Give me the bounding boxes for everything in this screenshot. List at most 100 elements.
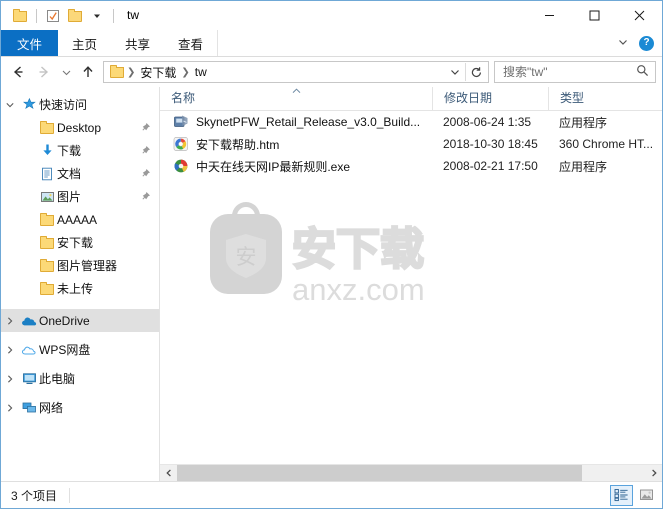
star-pin-icon	[19, 97, 39, 112]
sidebar-item-documents[interactable]: 文档	[1, 162, 159, 185]
folder-icon	[37, 281, 57, 295]
ribbon-spacer	[218, 30, 617, 56]
chevron-collapsed-icon[interactable]	[1, 316, 19, 326]
sidebar-item-not-uploaded[interactable]: 未上传	[1, 277, 159, 300]
network-icon	[19, 401, 39, 414]
column-header-name-label: 名称	[171, 91, 196, 105]
minimize-button[interactable]	[527, 1, 572, 30]
sidebar-item-anxiazai[interactable]: 安下载	[1, 231, 159, 254]
close-button[interactable]	[617, 1, 662, 30]
sidebar-item-aaaaa[interactable]: AAAAA	[1, 208, 159, 231]
pin-icon[interactable]	[137, 145, 153, 156]
breadcrumb-separator-1[interactable]: ❯	[125, 67, 137, 78]
sort-ascending-icon	[292, 87, 301, 96]
sidebar-label: 图片管理器	[57, 259, 118, 273]
file-name-label: 中天在线天网IP最新规则.exe	[196, 159, 351, 174]
sidebar-item-this-pc[interactable]: 此电脑	[1, 367, 159, 390]
scroll-right-button[interactable]	[645, 465, 662, 481]
wps-cloud-icon	[19, 344, 39, 356]
chevron-collapsed-icon[interactable]	[1, 374, 19, 384]
quick-access-toolbar	[1, 5, 119, 27]
chevron-expanded-icon[interactable]	[1, 100, 19, 110]
file-list-pane: 名称 修改日期 类型 SkynetPFW_Retail_Release_v3.0…	[160, 87, 662, 481]
refresh-icon[interactable]	[466, 62, 486, 82]
sidebar-item-picture-manager[interactable]: 图片管理器	[1, 254, 159, 277]
view-buttons	[610, 484, 658, 506]
maximize-button[interactable]	[572, 1, 617, 30]
forward-button[interactable]	[31, 59, 57, 85]
file-name-cell[interactable]: 中天在线天网IP最新规则.exe	[160, 158, 432, 175]
ribbon-right-controls: ?	[617, 30, 662, 56]
scrollbar-track[interactable]	[177, 465, 645, 481]
sidebar-item-desktop[interactable]: Desktop	[1, 116, 159, 139]
status-bar: 3 个项目	[1, 481, 662, 508]
column-header-name[interactable]: 名称	[160, 87, 432, 110]
sidebar-label: Desktop	[57, 120, 102, 135]
sidebar-item-wps-cloud[interactable]: WPS网盘	[1, 338, 159, 361]
svg-text:安下载: 安下载	[292, 224, 424, 275]
breadcrumb-item-1[interactable]: tw	[192, 65, 210, 79]
large-icons-view-button[interactable]	[635, 485, 658, 506]
file-explorer-window: tw 文件 主页 共享 查看 ? ❯ 安下载 ❯ tw 搜索"tw" 快速访问 …	[0, 0, 663, 509]
picture-icon	[37, 190, 57, 204]
chevron-down-icon-ribbon[interactable]	[617, 36, 629, 51]
column-headers: 名称 修改日期 类型	[160, 87, 662, 111]
search-input[interactable]	[501, 64, 636, 80]
address-bar: ❯ 安下载 ❯ tw	[1, 57, 662, 87]
chevron-collapsed-icon[interactable]	[1, 345, 19, 355]
horizontal-scrollbar[interactable]	[160, 464, 662, 481]
new-folder-icon[interactable]	[64, 5, 86, 27]
chevron-down-icon[interactable]	[86, 5, 108, 27]
breadcrumb-folder-icon[interactable]	[110, 65, 125, 78]
search-icon[interactable]	[636, 64, 649, 80]
application-icon	[173, 158, 189, 174]
breadcrumb[interactable]: ❯ 安下载 ❯ tw	[103, 61, 489, 83]
pin-icon[interactable]	[137, 191, 153, 202]
pin-icon[interactable]	[137, 122, 153, 133]
file-name-cell[interactable]: 安下载帮助.htm	[160, 136, 432, 153]
search-box[interactable]	[494, 61, 656, 83]
sidebar-label: WPS网盘	[39, 343, 91, 357]
table-row[interactable]: 中天在线天网IP最新规则.exe 2008-02-21 17:50 应用程序	[160, 155, 662, 177]
scrollbar-thumb[interactable]	[177, 465, 582, 481]
chevron-collapsed-icon[interactable]	[1, 403, 19, 413]
column-header-type[interactable]: 类型	[548, 87, 662, 110]
sidebar-label: 网络	[39, 401, 64, 415]
column-header-date[interactable]: 修改日期	[432, 87, 548, 110]
document-icon	[37, 167, 57, 181]
tab-share[interactable]: 共享	[111, 30, 164, 56]
sidebar-item-network[interactable]: 网络	[1, 396, 159, 419]
breadcrumb-item-0[interactable]: 安下载	[137, 64, 179, 81]
breadcrumb-separator-2[interactable]: ❯	[179, 67, 191, 78]
sidebar-label: 下载	[57, 144, 82, 158]
scroll-left-button[interactable]	[160, 465, 177, 481]
chevron-down-icon-address[interactable]	[445, 62, 465, 82]
folder-icon	[37, 212, 57, 226]
file-name-cell[interactable]: SkynetPFW_Retail_Release_v3.0_Build...	[160, 114, 432, 130]
sidebar-item-pictures[interactable]: 图片	[1, 185, 159, 208]
file-type-cell: 360 Chrome HT...	[559, 137, 654, 151]
tab-file[interactable]: 文件	[1, 30, 59, 56]
back-button[interactable]	[5, 59, 31, 85]
tab-home[interactable]: 主页	[58, 30, 111, 56]
help-icon[interactable]: ?	[639, 35, 654, 51]
table-row[interactable]: 安下载帮助.htm 2018-10-30 18:45 360 Chrome HT…	[160, 133, 662, 155]
sidebar-item-onedrive[interactable]: OneDrive	[1, 309, 159, 332]
navigation-pane: 快速访问 Desktop 下载 文档 图片 AAAAA 安下载 图片管理器 未上…	[1, 87, 160, 481]
folder-icon[interactable]	[9, 5, 31, 27]
sidebar-label: 此电脑	[39, 372, 76, 386]
recent-locations-icon[interactable]	[57, 59, 75, 85]
up-button[interactable]	[75, 59, 101, 85]
file-name-label: 安下载帮助.htm	[196, 137, 280, 152]
pin-icon[interactable]	[137, 168, 153, 179]
properties-icon[interactable]	[42, 5, 64, 27]
details-view-button[interactable]	[610, 484, 633, 506]
application-icon	[173, 114, 189, 130]
table-row[interactable]: SkynetPFW_Retail_Release_v3.0_Build... 2…	[160, 111, 662, 133]
tab-view[interactable]: 查看	[164, 30, 219, 56]
sidebar-item-downloads[interactable]: 下载	[1, 139, 159, 162]
file-date-cell: 2008-06-24 1:35	[443, 115, 532, 129]
sidebar-item-quick-access[interactable]: 快速访问	[1, 93, 159, 116]
window-controls	[527, 1, 662, 30]
sidebar-label: 文档	[57, 167, 82, 181]
